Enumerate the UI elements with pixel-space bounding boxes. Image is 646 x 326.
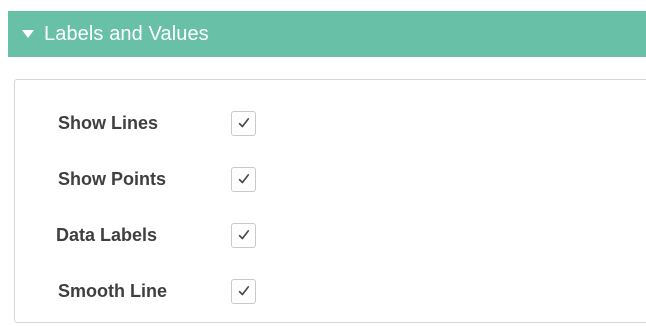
- smooth-line-label: Smooth Line: [58, 280, 167, 301]
- panel-title: Labels and Values: [44, 22, 209, 45]
- show-lines-checkbox[interactable]: [231, 110, 256, 136]
- checkmark-icon: [238, 118, 249, 128]
- checkmark-icon: [238, 174, 249, 184]
- show-points-label: Show Points: [58, 168, 166, 189]
- checkmark-icon: [238, 286, 249, 296]
- data-labels-label: Data Labels: [56, 224, 158, 245]
- data-labels-checkbox[interactable]: [231, 222, 256, 248]
- show-points-checkbox[interactable]: [231, 166, 256, 192]
- panel-body: Show Lines Show Points Data Labels Smoot…: [14, 79, 646, 323]
- caret-down-icon[interactable]: [22, 30, 34, 38]
- panel-header[interactable]: Labels and Values: [8, 11, 646, 57]
- labels-and-values-panel: Labels and Values Show Lines Show Points…: [0, 0, 646, 326]
- show-lines-label: Show Lines: [58, 112, 159, 133]
- checkmark-icon: [238, 230, 249, 240]
- smooth-line-checkbox[interactable]: [231, 278, 256, 304]
